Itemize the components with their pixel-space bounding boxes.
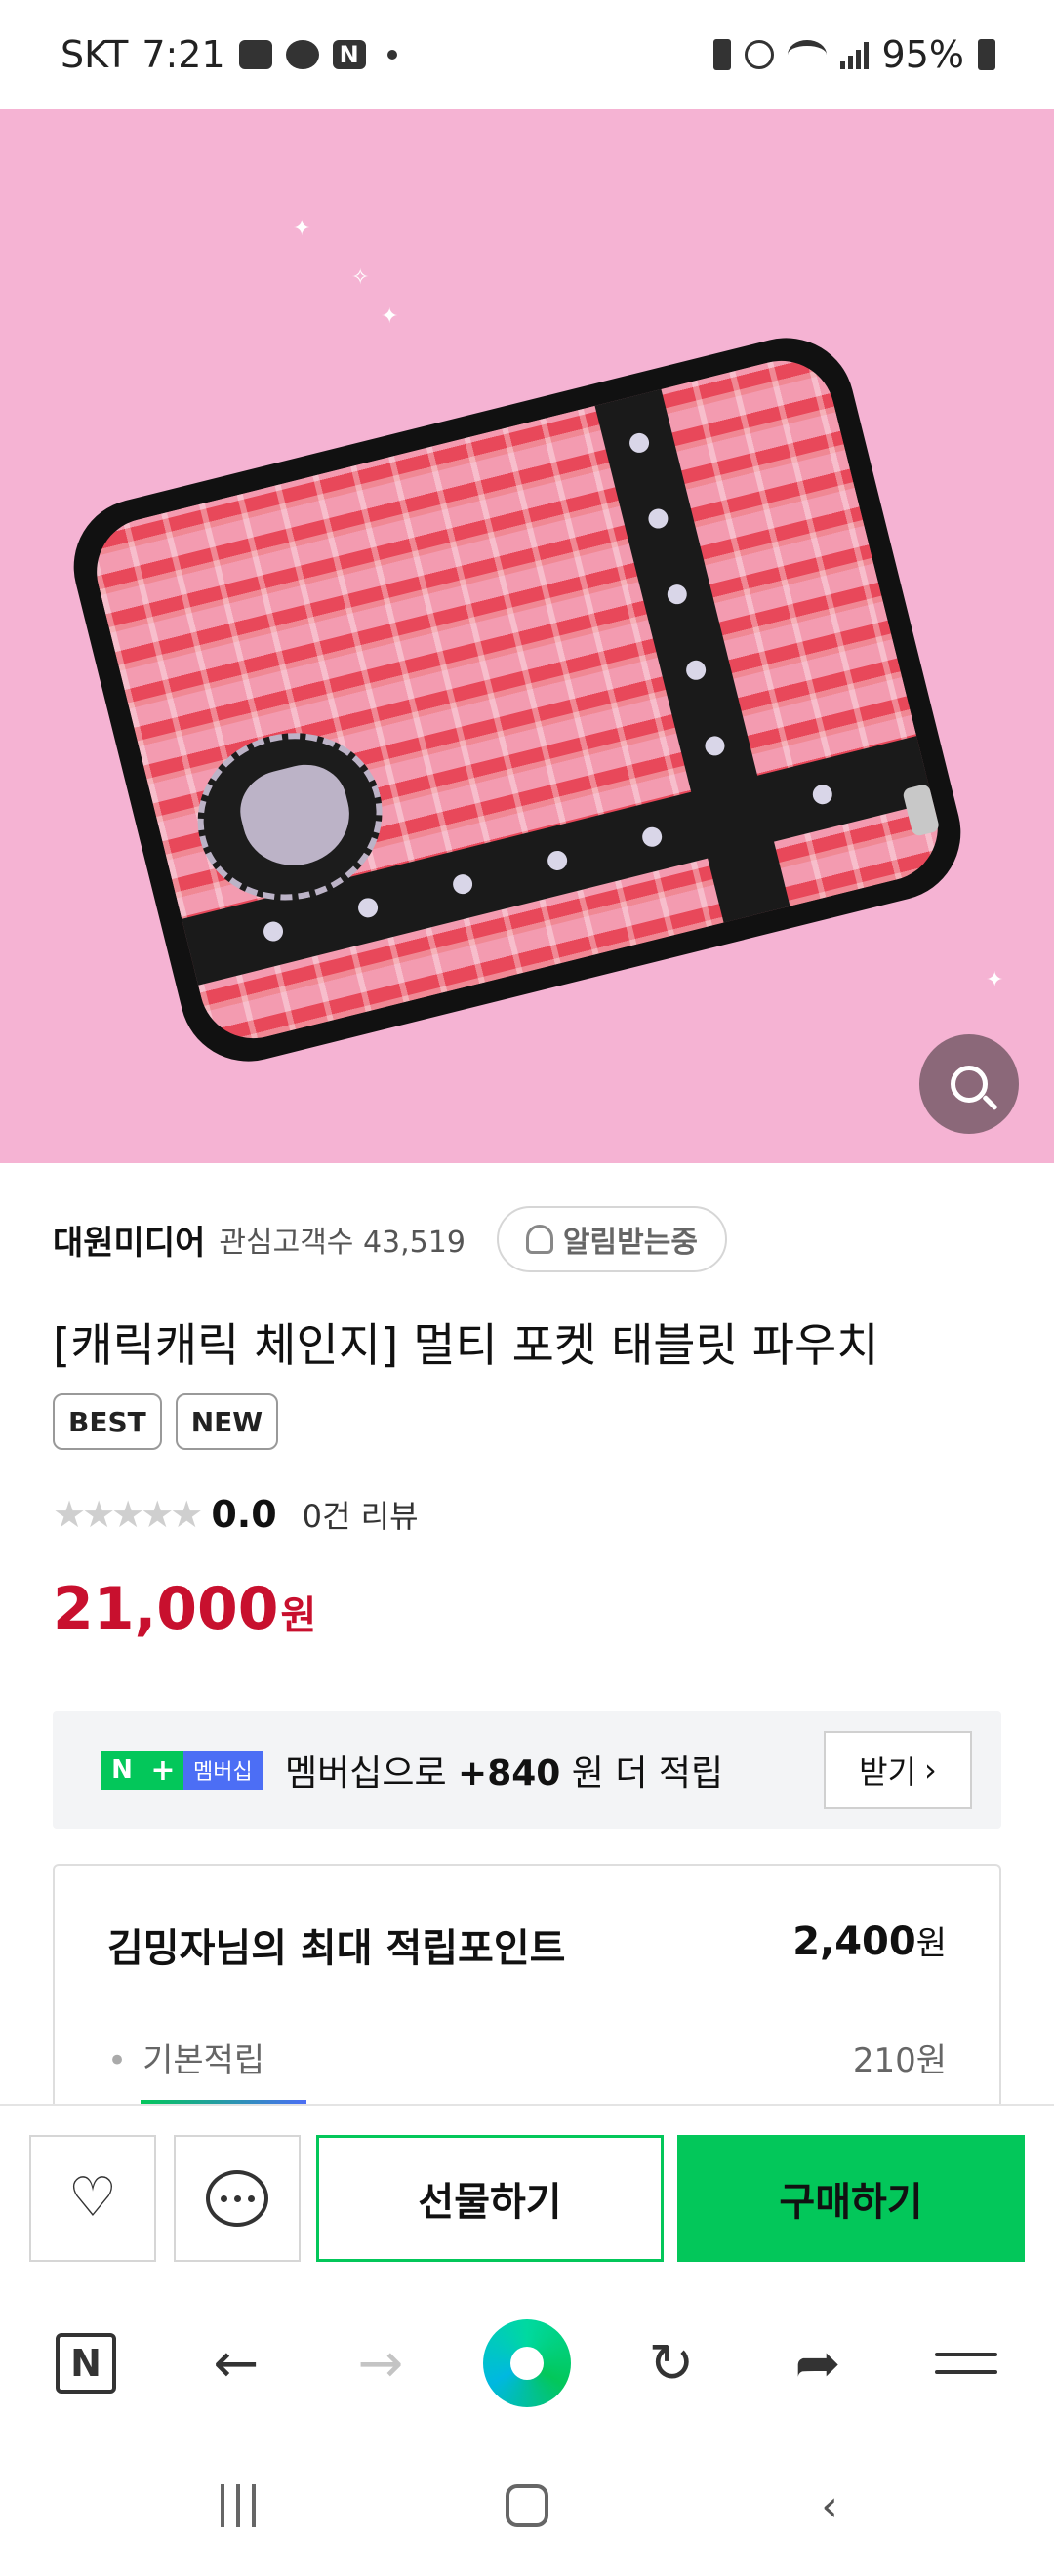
points-total-value: 2,400 <box>792 1919 916 1964</box>
arrow-left-icon: ← <box>213 2331 260 2395</box>
battery-icon <box>978 39 995 70</box>
status-bar: SKT 7:21 N 95% <box>0 0 1054 109</box>
sparkle-icon: ✦ <box>381 304 399 329</box>
chevron-left-icon: ‹ <box>821 2480 838 2531</box>
zoom-button[interactable] <box>919 1034 1019 1134</box>
search-icon <box>951 1066 988 1103</box>
carrier: SKT <box>61 33 129 76</box>
share-button[interactable]: ➦ <box>779 2324 857 2402</box>
naver-home-button[interactable]: N <box>47 2324 125 2402</box>
star-rating-icon: ★★★★★ <box>53 1493 203 1536</box>
basic-points-label: 기본적립 <box>107 2033 264 2081</box>
recent-apps-button[interactable] <box>199 2476 277 2535</box>
refresh-button[interactable]: ↻ <box>632 2324 710 2402</box>
browser-toolbar: N ← → ↻ ➦ <box>0 2289 1054 2437</box>
membership-text: 멤버십으로 +840 원 더 적립 <box>285 1745 723 1795</box>
price: 21,000 원 <box>53 1575 316 1643</box>
plus-icon: + <box>142 1751 183 1790</box>
product-tags: BEST NEW <box>53 1393 279 1450</box>
purchase-action-bar: ♡ 선물하기 구매하기 <box>0 2104 1054 2287</box>
sparkle-icon: ✦ <box>293 217 311 241</box>
product-photo <box>59 323 976 1076</box>
alarm-button[interactable]: 알림받는중 <box>496 1206 727 1272</box>
system-navigation-bar: ‹ <box>0 2437 1054 2576</box>
wishlist-button[interactable]: ♡ <box>29 2135 156 2262</box>
naver-n-icon: N <box>101 1751 142 1790</box>
battery-percent: 95% <box>881 33 964 76</box>
rating-score: 0.0 <box>211 1493 277 1536</box>
tag-new: NEW <box>175 1393 279 1450</box>
membership-text-prefix: 멤버십으로 <box>285 1753 459 1793</box>
receive-button[interactable]: 받기 › <box>824 1731 972 1809</box>
share-icon: ➦ <box>794 2331 841 2395</box>
arrow-right-icon: → <box>357 2331 404 2395</box>
sparkle-icon: ✧ <box>351 265 370 290</box>
notification-icon <box>238 40 272 69</box>
home-icon <box>506 2484 548 2527</box>
membership-banner: N + 멤버십 멤버십으로 +840 원 더 적립 받기 › <box>53 1711 1001 1829</box>
seller-row: 대원미디어 관심고객수 43,519 알림받는중 <box>53 1204 727 1274</box>
naver-icon: N <box>332 40 366 69</box>
menu-button[interactable] <box>927 2324 1005 2402</box>
membership-amount: +840 <box>458 1753 561 1793</box>
recent-apps-icon <box>221 2484 256 2527</box>
gift-button[interactable]: 선물하기 <box>316 2135 664 2262</box>
tag-best: BEST <box>53 1393 162 1450</box>
seller-name[interactable]: 대원미디어 <box>53 1216 205 1264</box>
chevron-right-icon: › <box>924 1751 937 1789</box>
receive-label: 받기 <box>859 1753 917 1791</box>
buy-button[interactable]: 구매하기 <box>677 2135 1025 2262</box>
naver-plus-membership-badge: N + 멤버십 <box>101 1751 263 1790</box>
back-button[interactable]: ← <box>197 2324 275 2402</box>
system-back-button[interactable]: ‹ <box>790 2476 869 2535</box>
product-title: [캐릭캐릭 체인지] 멀티 포켓 태블릿 파우치 <box>53 1319 879 1373</box>
green-dot-icon <box>483 2319 571 2407</box>
alarm-icon <box>744 40 774 69</box>
more-dot-icon <box>386 50 397 60</box>
points-total: 2,400원 <box>792 1916 947 1964</box>
forward-button[interactable]: → <box>342 2324 420 2402</box>
battery-saver-icon <box>712 39 731 70</box>
bell-icon <box>525 1225 553 1254</box>
price-value: 21,000 <box>53 1575 279 1643</box>
product-image-gallery[interactable]: ✦ ✧ ✦ ✦ <box>0 109 1054 1163</box>
rating-row[interactable]: ★★★★★ 0.0 0건 리뷰 <box>53 1483 419 1546</box>
basic-points-value: 210원 <box>852 2041 947 2080</box>
naver-n-icon: N <box>56 2333 116 2394</box>
follower-count: 관심고객수 43,519 <box>219 1226 466 1260</box>
max-points-box: 김밍자님의 최대 적립포인트 2,400원 기본적립 210원 <box>53 1864 1001 2117</box>
wifi-icon <box>787 40 827 69</box>
points-total-unit: 원 <box>915 1924 947 1963</box>
alarm-label: 알림받는중 <box>562 1226 698 1260</box>
points-title: 김밍자님의 최대 적립포인트 <box>107 1926 566 1971</box>
home-button[interactable] <box>488 2476 566 2535</box>
review-count[interactable]: 0건 리뷰 <box>303 1492 419 1537</box>
clock: 7:21 <box>142 33 225 76</box>
status-left: SKT 7:21 N <box>61 33 397 76</box>
status-right: 95% <box>712 33 995 76</box>
green-dot-button[interactable] <box>482 2318 572 2408</box>
refresh-icon: ↻ <box>648 2331 695 2395</box>
hamburger-menu-icon <box>935 2353 997 2374</box>
heart-icon: ♡ <box>67 2166 118 2230</box>
sparkle-icon: ✦ <box>986 968 1004 992</box>
chat-icon <box>206 2170 268 2227</box>
membership-badge-text: 멤버십 <box>183 1751 263 1790</box>
membership-text-suffix: 원 더 적립 <box>560 1753 724 1793</box>
price-unit: 원 <box>280 1593 317 1638</box>
signal-icon <box>839 40 869 69</box>
talk-icon <box>285 40 319 69</box>
crown-icon <box>231 755 360 877</box>
talk-button[interactable] <box>174 2135 301 2262</box>
